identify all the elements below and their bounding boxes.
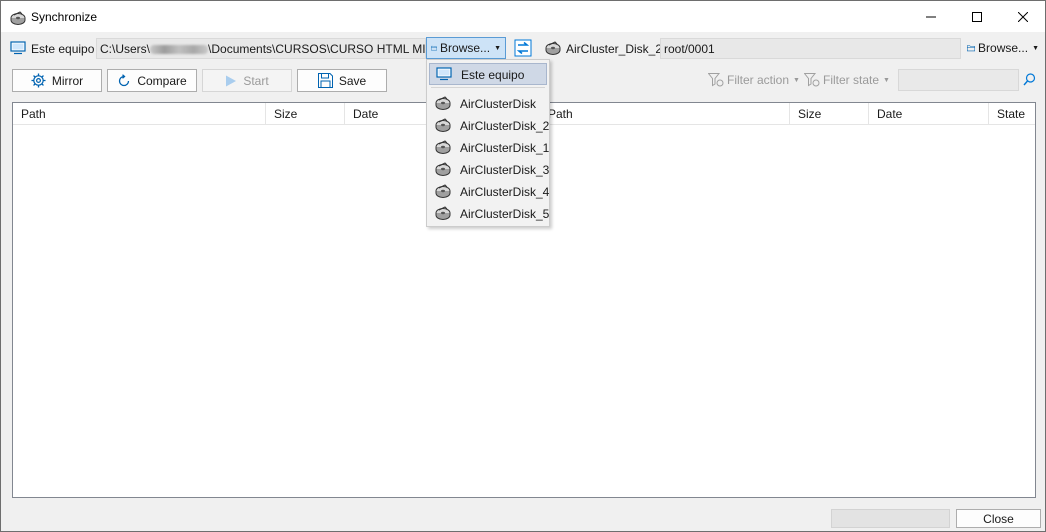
filter-icon — [804, 73, 820, 87]
maximize-icon — [972, 11, 982, 22]
menu-item-airclusterdisk-4[interactable]: AirClusterDisk_4 — [429, 181, 550, 203]
chevron-down-icon: ▼ — [793, 76, 800, 84]
search-input[interactable] — [898, 69, 1019, 91]
column-header-right-path[interactable]: Path — [540, 103, 790, 125]
filter-state-label: Filter state — [823, 73, 880, 87]
left-location-label: Este equipo — [31, 42, 95, 56]
swap-icon — [514, 39, 532, 57]
minimize-button[interactable] — [908, 1, 954, 32]
mirror-button[interactable]: Mirror — [12, 69, 102, 92]
disk-icon — [435, 206, 451, 220]
browse-dropdown-menu: Este equipo AirClusterDisk AirClusterDis… — [426, 59, 550, 227]
compare-button[interactable]: Compare — [107, 69, 197, 92]
chevron-down-icon: ▼ — [1032, 44, 1039, 52]
menu-item-label: AirClusterDisk_5 — [460, 207, 550, 221]
right-path-text: root/0001 — [664, 42, 715, 56]
chevron-down-icon: ▼ — [883, 76, 890, 84]
menu-item-label: Este equipo — [461, 68, 525, 82]
disk-icon — [435, 162, 451, 176]
maximize-button[interactable] — [954, 1, 1000, 32]
menu-separator — [431, 87, 545, 88]
minimize-icon — [926, 16, 936, 17]
column-header-right-size[interactable]: Size — [790, 103, 869, 125]
left-browse-button[interactable]: Browse... ▼ — [426, 37, 506, 59]
filter-state-button[interactable]: Filter state ▼ — [804, 73, 890, 87]
save-label: Save — [338, 73, 367, 88]
column-header-left-size[interactable]: Size — [266, 103, 345, 125]
chevron-down-icon: ▼ — [494, 44, 501, 52]
left-path-prefix: C:\Users\ — [100, 42, 151, 56]
menu-item-airclusterdisk-1[interactable]: AirClusterDisk_1 — [429, 137, 550, 159]
menu-item-airclusterdisk-5[interactable]: AirClusterDisk_5 — [429, 203, 550, 225]
menu-item-airclusterdisk-2[interactable]: AirClusterDisk_2 — [429, 115, 550, 137]
left-path-suffix: \Documents\CURSOS\CURSO HTML MIRIA — [208, 42, 426, 56]
synchronize-window: Synchronize Este equipo C:\Users\ \Docume… — [0, 0, 1046, 532]
right-location-label: AirCluster_Disk_2 — [566, 42, 663, 56]
start-button[interactable]: Start — [202, 69, 292, 92]
swap-locations-button[interactable] — [514, 39, 532, 57]
window-title: Synchronize — [31, 10, 98, 24]
disk-icon — [435, 140, 451, 154]
filter-action-label: Filter action — [727, 73, 790, 87]
start-label: Start — [243, 73, 269, 88]
save-icon — [317, 73, 333, 88]
right-path-field[interactable]: root/0001 — [660, 38, 961, 59]
disk-icon — [435, 96, 451, 110]
refresh-icon — [119, 73, 130, 86]
close-icon — [1018, 11, 1028, 22]
filter-icon — [708, 73, 724, 87]
left-path-field[interactable]: C:\Users\ \Documents\CURSOS\CURSO HTML MI… — [96, 38, 426, 59]
compare-label: Compare — [137, 73, 187, 88]
title-bar: Synchronize — [1, 1, 1045, 32]
menu-item-label: AirClusterDisk_4 — [460, 185, 550, 199]
disk-icon — [10, 11, 26, 25]
computer-icon — [10, 41, 26, 55]
menu-item-label: AirClusterDisk_3 — [460, 163, 550, 177]
left-browse-label: Browse... — [440, 41, 491, 55]
menu-item-label: AirClusterDisk — [460, 97, 537, 111]
computer-icon — [436, 67, 452, 81]
search-icon[interactable] — [1023, 73, 1036, 86]
column-header-left-path[interactable]: Path — [13, 103, 266, 125]
menu-item-label: AirClusterDisk_2 — [460, 119, 550, 133]
close-label: Close — [983, 511, 1014, 526]
play-icon — [226, 75, 237, 86]
disk-icon — [435, 118, 451, 132]
progress-field — [831, 509, 950, 528]
menu-item-airclusterdisk[interactable]: AirClusterDisk — [429, 93, 547, 115]
right-browse-label: Browse... — [978, 41, 1029, 55]
mirror-label: Mirror — [51, 73, 84, 88]
column-header-state[interactable]: State — [989, 103, 1035, 125]
location-row: Este equipo C:\Users\ \Documents\CURSOS\C… — [1, 35, 1045, 61]
folder-icon — [431, 45, 438, 51]
close-button[interactable]: Close — [956, 509, 1041, 528]
menu-item-airclusterdisk-3[interactable]: AirClusterDisk_3 — [429, 159, 550, 181]
right-browse-button[interactable]: Browse... ▼ — [963, 37, 1043, 59]
gear-icon — [31, 73, 46, 88]
menu-item-label: AirClusterDisk_1 — [460, 141, 550, 155]
disk-icon — [435, 184, 451, 198]
close-window-button[interactable] — [1000, 1, 1046, 32]
save-button[interactable]: Save — [297, 69, 387, 92]
column-header-right-date[interactable]: Date — [869, 103, 989, 125]
redacted-username — [150, 45, 209, 55]
folder-icon — [967, 45, 976, 52]
disk-icon — [545, 41, 561, 55]
menu-item-este-equipo[interactable]: Este equipo — [429, 63, 547, 85]
filter-action-button[interactable]: Filter action ▼ — [708, 73, 800, 87]
